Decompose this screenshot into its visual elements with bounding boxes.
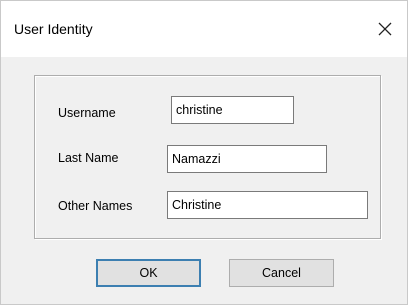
- dialog-title: User Identity: [14, 21, 93, 37]
- user-identity-dialog: User Identity Username Last Name Other N…: [0, 0, 408, 305]
- ok-button[interactable]: OK: [96, 259, 201, 287]
- last-name-label: Last Name: [58, 151, 119, 165]
- username-label: Username: [58, 106, 116, 120]
- other-names-field[interactable]: [167, 191, 368, 219]
- username-field[interactable]: [171, 96, 294, 124]
- last-name-field[interactable]: [167, 145, 327, 173]
- other-names-label: Other Names: [58, 199, 133, 213]
- close-button[interactable]: [371, 15, 399, 43]
- title-bar: User Identity: [1, 1, 407, 57]
- cancel-button[interactable]: Cancel: [229, 259, 334, 287]
- close-icon: [378, 22, 392, 36]
